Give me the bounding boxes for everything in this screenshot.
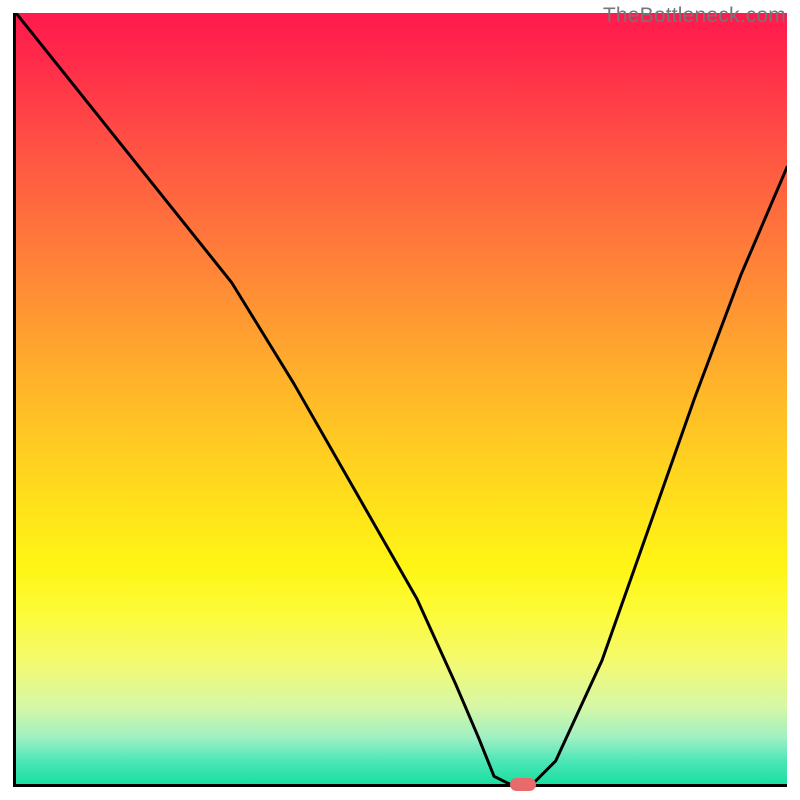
heat-gradient-background [16, 13, 787, 784]
bottleneck-chart: TheBottleneck.com [0, 0, 800, 800]
optimal-marker [510, 778, 536, 791]
watermark-text: TheBottleneck.com [603, 4, 786, 28]
plot-area [13, 13, 787, 787]
